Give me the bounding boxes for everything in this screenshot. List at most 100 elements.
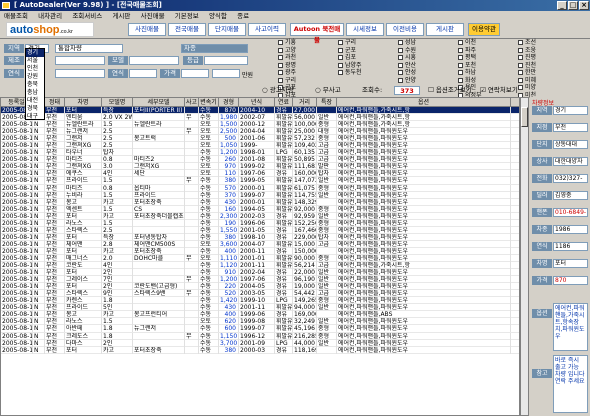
region-checkbox[interactable]: 안산 (398, 62, 416, 70)
checkbox-icon[interactable] (518, 47, 523, 53)
table-row[interactable]: 2005-08-17N부천에쿠스4인세단 오토1101997-06경유160,00… (1, 170, 519, 178)
region-checkbox[interactable]: 구리 (278, 77, 302, 85)
table-row[interactable]: 2005-08-17N부천누비라1.5프라이드 수동3701999-07휘발유11… (1, 191, 519, 199)
transfer-cost-button[interactable]: 이전비용 (386, 23, 424, 36)
contact-view-checkbox[interactable]: ☑ 연락처보기 (480, 86, 518, 94)
checkbox-icon[interactable] (518, 77, 523, 83)
checkbox-icon[interactable] (338, 62, 343, 68)
table-row[interactable]: 2005-08-17N부천다마스2인 수동3,7002001-09LPG44,00… (1, 339, 519, 347)
menu-item-lookup[interactable]: 조회서비스 (68, 11, 106, 21)
table-row[interactable]: 2005-08-17N부천엔티움2.0 VX 2WD무수동1,9802002-0… (1, 114, 519, 122)
region-checkbox[interactable]: 이천 (458, 39, 482, 47)
checkbox-icon[interactable] (398, 77, 403, 83)
region-checkbox[interactable]: 조선 (518, 39, 536, 47)
region-checkbox[interactable]: 과천 (278, 54, 302, 62)
ad-car-radio[interactable]: ○ 광고차량 (262, 86, 294, 94)
region-checkbox[interactable]: 파주 (458, 47, 482, 55)
column-header[interactable]: 연료 (275, 98, 293, 107)
checkbox-icon[interactable] (398, 47, 403, 53)
table-row[interactable]: 2005-08-17N부천그랜져XG3.0그랜저XG 오토9701999-02휘발… (1, 163, 519, 171)
grade-select[interactable] (204, 56, 248, 65)
region-checkbox[interactable]: 포천 (458, 62, 482, 70)
menu-item-listing[interactable]: 매물조회 (0, 11, 32, 21)
table-row[interactable]: 2005-08-17N부천스타렉스2.5 수동1,5502001-05경유167,… (1, 226, 519, 234)
region-checkbox[interactable]: 기흥 (278, 39, 302, 47)
checkbox-icon[interactable] (458, 77, 463, 83)
dropdown-option[interactable]: 충남 (26, 89, 44, 97)
region-checkbox[interactable]: 화성 (458, 77, 482, 85)
table-row[interactable]: 2005-08-17N부천포터특장포터II(PORTER II)수동870200… (1, 107, 519, 115)
table-row[interactable]: 2005-08-17N부천포터2인 수동9102002-04경유22,000일반에… (1, 269, 519, 277)
column-header[interactable]: 모델명 (102, 98, 133, 107)
model-select[interactable] (129, 56, 179, 65)
column-header[interactable]: 사고 (185, 98, 199, 107)
table-row[interactable]: 2005-08-17N부천포터2인코란도밴(고급형) 수동2202004-05경유… (1, 283, 519, 291)
price-from-input[interactable] (181, 69, 209, 78)
checkbox-icon[interactable] (518, 70, 523, 75)
maximize-button[interactable]: □ (568, 1, 578, 10)
checkbox-icon[interactable] (398, 62, 403, 68)
table-row[interactable]: 2005-08-17N부천크레도스1.8 무수동1,1501996-12휘발유21… (1, 332, 519, 340)
table-row[interactable]: 2005-08-17N부천포터특장포터냉동탑차 수동3801998-10경유229… (1, 233, 519, 241)
minimize-button[interactable]: _ (557, 1, 567, 10)
autoon-listing-button[interactable]: Autoon 북전매물 (290, 23, 344, 44)
checkbox-icon[interactable] (338, 47, 343, 53)
dropdown-option[interactable]: 강원 (26, 73, 44, 81)
table-row[interactable]: 2005-08-17N부천스타렉스9인스타렉스9밴무수동5202003-05경유… (1, 290, 519, 298)
table-row[interactable]: 2005-08-17N부천체어맨2.8체어맨CM500S 오토3,6002004-… (1, 240, 519, 248)
checkbox-icon[interactable] (458, 55, 463, 60)
region-checkbox[interactable]: 고양 (278, 47, 302, 55)
region-checkbox[interactable]: 군포 (338, 47, 362, 55)
table-row[interactable]: 2005-08-17N부천마티즈0.8옵티마 수동5702000-01휘발유61,… (1, 184, 519, 192)
checkbox-icon[interactable] (338, 55, 343, 60)
year-to-input[interactable] (129, 69, 157, 78)
dropdown-option[interactable]: 충북 (26, 81, 44, 89)
table-row[interactable]: 2005-08-17N부천프라이드5인 수동4302001-11휘발유94,000… (1, 304, 519, 312)
region-checkbox[interactable]: 남양주 (338, 62, 362, 70)
table-row[interactable]: 2005-08-17N부천카렌스1.8 수동1,4201999-10LPG149,… (1, 297, 519, 305)
table-row[interactable]: 2005-08-17N부천라노스1.5 수동1901996-06휘발유152,25… (1, 219, 519, 227)
price-to-input[interactable] (212, 69, 240, 78)
dropdown-option[interactable]: 대전 (26, 97, 44, 105)
table-row[interactable]: 2005-08-17N부천그레이스7인 무수동1,2001997-06경유96,1… (1, 276, 519, 284)
checkbox-icon[interactable] (338, 70, 343, 75)
column-header[interactable]: 변속기 (199, 98, 219, 107)
table-row[interactable]: 2005-08-17N부천타우너탑차 수동1,2001998-01LPG60,13… (1, 149, 519, 157)
dropdown-option[interactable]: 경기 (26, 49, 44, 57)
scrollbar-thumb[interactable] (521, 107, 528, 127)
column-header[interactable]: 특장 (317, 98, 337, 107)
dropdown-option[interactable]: 서울 (26, 57, 44, 65)
nationwide-listing-button[interactable]: 전국매물 (168, 23, 206, 36)
menu-item-mycar[interactable]: 내차관리 (34, 11, 66, 21)
photo-listing-button[interactable]: 사진매물 (128, 23, 166, 36)
checkbox-icon[interactable] (278, 40, 283, 45)
dropdown-option[interactable]: 인천 (26, 65, 44, 73)
region-checkbox[interactable]: 한만 (518, 69, 536, 77)
region-checkbox[interactable]: 광명 (278, 62, 302, 70)
column-header[interactable]: 년식 (239, 98, 275, 107)
checkbox-icon[interactable] (518, 55, 523, 60)
table-row[interactable]: 2005-08-17N부천포터카고포터초장축더블캡초장축 수동2,3002002-… (1, 212, 519, 220)
table-row[interactable]: 2005-08-17N부천포터카고포터초장축 수동4002000-11경유150,… (1, 247, 519, 255)
column-header[interactable]: 정태 (45, 98, 65, 107)
checkbox-icon[interactable] (458, 70, 463, 75)
dropdown-option[interactable]: 대구 (26, 113, 44, 121)
table-row[interactable]: 2005-08-17N부천프라이드1.5 무수동3801999-05휘발유147,… (1, 177, 519, 185)
column-header[interactable]: 옵션 (337, 98, 511, 107)
checkbox-icon[interactable] (518, 62, 523, 68)
region-checkbox[interactable]: 구리 (338, 39, 362, 47)
checkbox-icon[interactable] (278, 55, 283, 60)
checkbox-icon[interactable] (398, 70, 403, 75)
region-checkbox[interactable]: 안성 (398, 69, 416, 77)
checkbox-icon[interactable] (458, 62, 463, 68)
listing-table[interactable]: 등록일지정태차명모델명세부모델사고변속기경형년식연료거리특장옵션 2005-08… (0, 97, 520, 416)
checkbox-icon[interactable] (398, 55, 403, 60)
region-checkbox[interactable]: 평택 (458, 54, 482, 62)
checkbox-icon[interactable] (278, 70, 283, 75)
region-checkbox[interactable]: 광주 (278, 69, 302, 77)
region-checkbox[interactable]: 진천 (518, 62, 536, 70)
menu-item-exit[interactable]: 종료 (233, 11, 253, 21)
table-row[interactable]: 2005-08-17N부천엑센트1.5CS 수동1601994-05휘발유92,0… (1, 205, 519, 213)
checkbox-icon[interactable] (458, 47, 463, 53)
region-checkbox[interactable]: 조웅 (518, 47, 536, 55)
